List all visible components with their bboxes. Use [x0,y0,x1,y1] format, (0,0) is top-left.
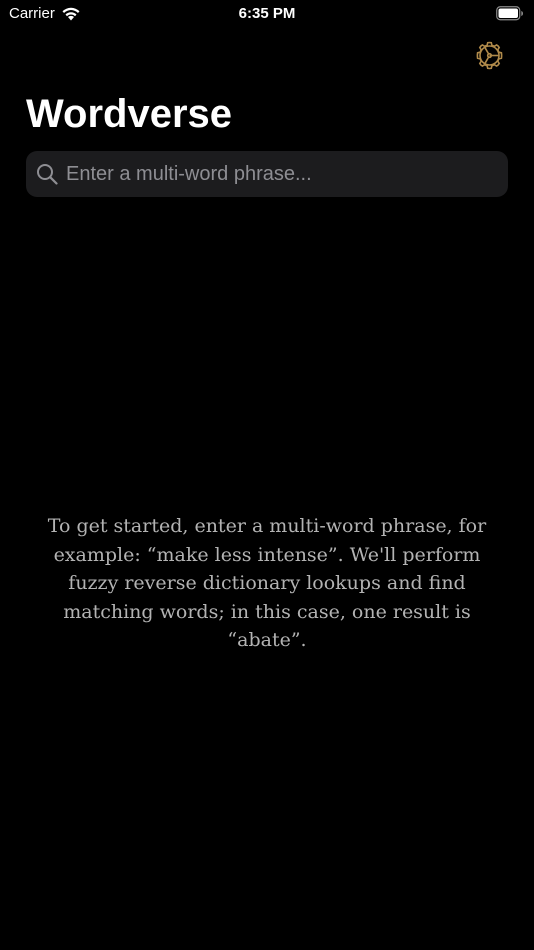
search-bar[interactable] [26,151,508,197]
empty-state-hint: To get started, enter a multi-word phras… [47,515,487,651]
settings-gear-icon[interactable] [473,39,506,72]
search-input[interactable] [66,159,508,189]
search-icon [36,163,58,185]
status-bar: Carrier 6:35 PM [0,0,534,30]
battery-icon [496,6,524,21]
page-title: Wordverse [26,92,233,136]
status-time: 6:35 PM [238,5,296,22]
